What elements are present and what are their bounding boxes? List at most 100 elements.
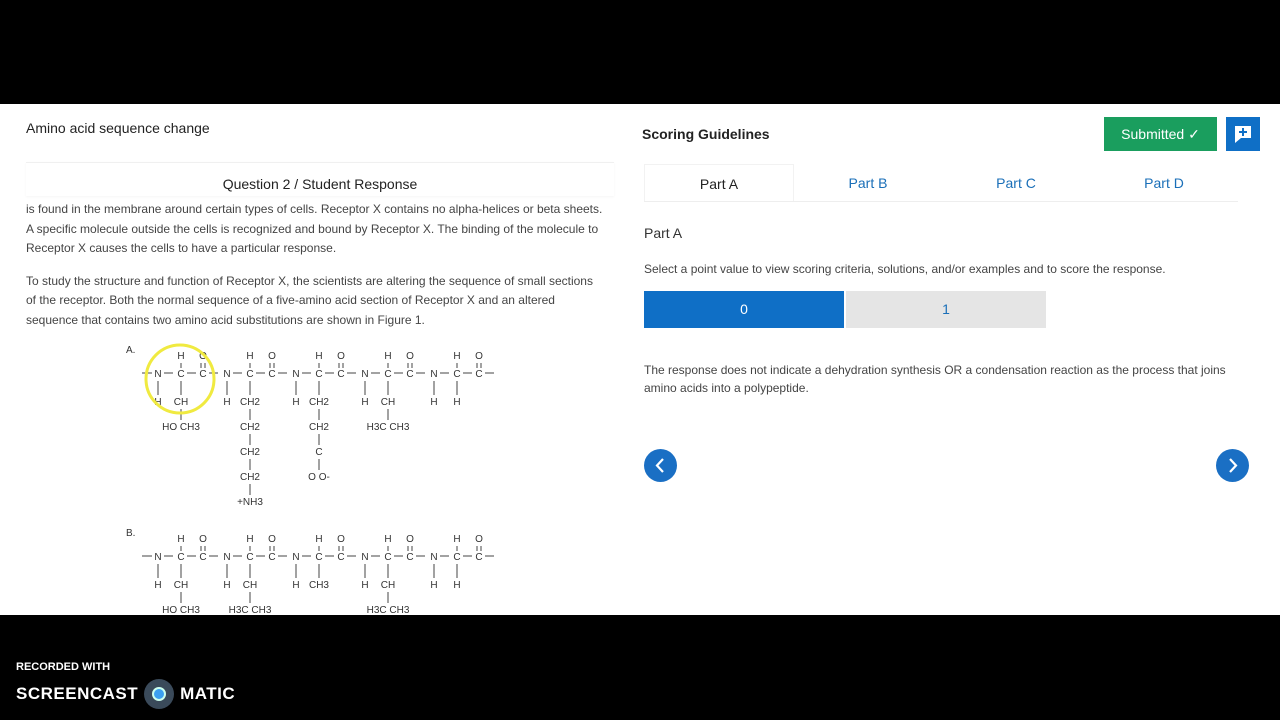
figure-part-label: A.	[126, 345, 135, 356]
watermark-caption: RECORDED WITH	[16, 661, 111, 673]
question-passage: is found in the membrane around certain …	[26, 200, 606, 343]
atom-label: H	[292, 580, 299, 591]
side-chain-group: CH2	[309, 422, 329, 433]
passage-paragraph: To study the structure and function of R…	[26, 273, 593, 327]
scoring-instructions: Select a point value to view scoring cri…	[644, 262, 1166, 276]
atom-label: C	[199, 369, 206, 380]
side-chain-group: CH	[174, 580, 188, 591]
atom-label: N	[430, 369, 437, 380]
atom-label: H	[292, 397, 299, 408]
side-chain-group: CH2	[240, 397, 260, 408]
side-chain-group: CH3	[309, 580, 329, 591]
side-chain-group: H3C CH3	[367, 422, 410, 433]
atom-label: C	[475, 369, 482, 380]
score-1-button[interactable]: 1	[846, 291, 1046, 328]
atom-label: N	[223, 552, 230, 563]
comment-plus-icon	[1235, 126, 1251, 143]
atom-label: C	[315, 552, 322, 563]
score-selector: 0 1	[644, 291, 1048, 328]
atom-label: O	[268, 534, 276, 545]
tab-part-c[interactable]: Part C	[942, 164, 1090, 201]
atom-label: C	[199, 552, 206, 563]
part-heading: Part A	[644, 225, 683, 241]
atom-label: H	[384, 534, 391, 545]
next-button[interactable]	[1216, 449, 1249, 482]
atom-label: N	[292, 369, 299, 380]
atom-label: O	[337, 351, 345, 362]
side-chain-group: CH2	[309, 397, 329, 408]
side-chain-group: H	[453, 580, 460, 591]
atom-label: C	[406, 369, 413, 380]
atom-label: C	[384, 552, 391, 563]
atom-label: N	[361, 552, 368, 563]
atom-label: H	[361, 580, 368, 591]
atom-label: O	[475, 351, 483, 362]
previous-button[interactable]	[644, 449, 677, 482]
atom-label: N	[154, 369, 161, 380]
atom-label: H	[246, 534, 253, 545]
scoring-guidelines-title: Scoring Guidelines	[642, 126, 770, 142]
chevron-left-icon	[655, 458, 664, 473]
atom-label: O	[406, 351, 414, 362]
chevron-right-icon	[1229, 458, 1238, 473]
side-chain-group: H3C CH3	[367, 605, 410, 615]
atom-label: O	[337, 534, 345, 545]
side-chain-group: CH	[381, 397, 395, 408]
atom-label: C	[384, 369, 391, 380]
atom-label: H	[453, 351, 460, 362]
scoring-criteria: The response does not indicate a dehydra…	[644, 363, 1226, 395]
passage-paragraph: is found in the membrane around certain …	[26, 202, 603, 255]
figure-part-label: B.	[126, 528, 135, 539]
atom-label: H	[430, 580, 437, 591]
document-title: Amino acid sequence change	[26, 120, 210, 136]
side-chain-group: HO CH3	[162, 422, 200, 433]
atom-label: O	[199, 534, 207, 545]
atom-label: O	[475, 534, 483, 545]
screencast-logo-icon	[144, 679, 175, 709]
side-chain-group: +NH3	[237, 497, 263, 508]
atom-label: O	[268, 351, 276, 362]
watermark-brand-left: SCREENCAST	[16, 684, 139, 703]
atom-label: N	[361, 369, 368, 380]
side-chain-group: CH2	[240, 422, 260, 433]
side-chain-group: H	[453, 397, 460, 408]
side-chain-group: C	[315, 447, 322, 458]
atom-label: C	[246, 369, 253, 380]
atom-label: N	[292, 552, 299, 563]
figure-1-structures: A.N C CH OH CHHO CH3N C CH OH CH2CH2CH2CH2+NH3N C…	[126, 343, 494, 615]
atom-label: C	[268, 369, 275, 380]
atom-label: N	[154, 552, 161, 563]
atom-label: H	[223, 397, 230, 408]
tab-part-b[interactable]: Part B	[794, 164, 942, 201]
atom-label: H	[246, 351, 253, 362]
score-0-button[interactable]: 0	[644, 291, 844, 328]
atom-label: C	[453, 552, 460, 563]
atom-label: C	[406, 552, 413, 563]
side-chain-group: CH2	[240, 447, 260, 458]
submitted-button[interactable]: Submitted ✓	[1104, 117, 1217, 151]
tab-part-a[interactable]: Part A	[644, 164, 794, 201]
atom-label: C	[315, 369, 322, 380]
atom-label: H	[361, 397, 368, 408]
atom-label: H	[453, 534, 460, 545]
atom-label: C	[177, 552, 184, 563]
atom-label: H	[384, 351, 391, 362]
atom-label: C	[453, 369, 460, 380]
watermark-brand-right: MATIC	[180, 684, 236, 703]
atom-label: N	[430, 552, 437, 563]
question-header: Question 2 / Student Response	[26, 162, 614, 196]
atom-label: C	[246, 552, 253, 563]
side-chain-group: CH2	[240, 472, 260, 483]
side-chain-group: CH	[381, 580, 395, 591]
atom-label: H	[154, 580, 161, 591]
atom-label: C	[268, 552, 275, 563]
tab-part-d[interactable]: Part D	[1090, 164, 1238, 201]
atom-label: H	[315, 534, 322, 545]
side-chain-group: O O-	[308, 472, 330, 483]
atom-label: H	[177, 351, 184, 362]
side-chain-group: CH	[174, 397, 188, 408]
add-comment-button[interactable]	[1226, 117, 1260, 151]
atom-label: H	[315, 351, 322, 362]
part-tabs: Part A Part B Part C Part D	[644, 164, 1238, 202]
atom-label: C	[177, 369, 184, 380]
